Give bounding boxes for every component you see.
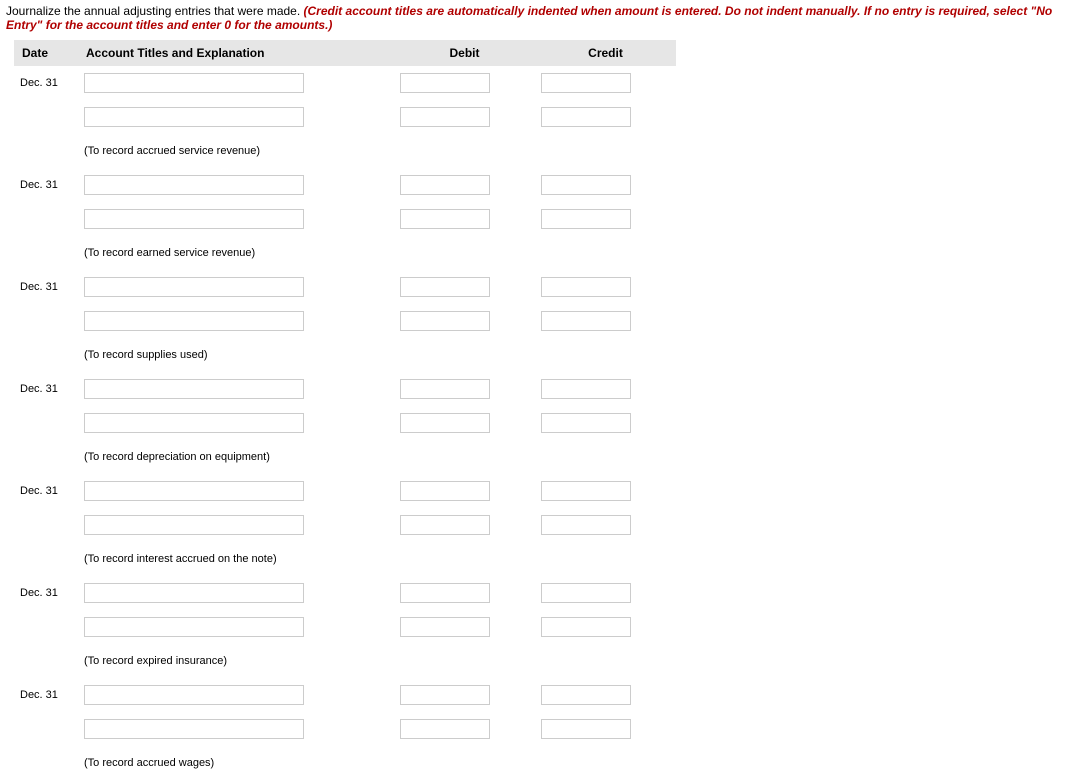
account-title-input[interactable] (84, 175, 304, 195)
account-title-input[interactable] (84, 277, 304, 297)
account-title-input[interactable] (84, 617, 304, 637)
explanation-text: (To record expired insurance) (78, 644, 676, 678)
debit-input[interactable] (400, 515, 490, 535)
date-cell: Dec. 31 (14, 66, 78, 100)
journal-row: Dec. 31 (14, 168, 676, 202)
credit-input[interactable] (541, 107, 631, 127)
explanation-row: (To record expired insurance) (14, 644, 676, 678)
debit-input[interactable] (400, 481, 490, 501)
journal-row (14, 406, 676, 440)
journal-row: Dec. 31 (14, 372, 676, 406)
debit-input[interactable] (400, 73, 490, 93)
credit-input[interactable] (541, 685, 631, 705)
instructions-lead: Journalize the annual adjusting entries … (6, 4, 304, 18)
journal-row: Dec. 31 (14, 66, 676, 100)
credit-input[interactable] (541, 719, 631, 739)
credit-input[interactable] (541, 209, 631, 229)
journal-row (14, 100, 676, 134)
account-title-input[interactable] (84, 583, 304, 603)
journal-row (14, 712, 676, 746)
debit-input[interactable] (400, 413, 490, 433)
date-cell: Dec. 31 (14, 168, 78, 202)
credit-input[interactable] (541, 277, 631, 297)
explanation-row: (To record earned service revenue) (14, 236, 676, 270)
explanation-row: (To record depreciation on equipment) (14, 440, 676, 474)
credit-input[interactable] (541, 617, 631, 637)
journal-row (14, 508, 676, 542)
explanation-text: (To record depreciation on equipment) (78, 440, 676, 474)
account-title-input[interactable] (84, 719, 304, 739)
explanation-text: (To record accrued service revenue) (78, 134, 676, 168)
header-credit: Credit (535, 40, 676, 66)
explanation-text: (To record earned service revenue) (78, 236, 676, 270)
credit-input[interactable] (541, 379, 631, 399)
debit-input[interactable] (400, 379, 490, 399)
credit-input[interactable] (541, 515, 631, 535)
journal-row (14, 202, 676, 236)
account-title-input[interactable] (84, 209, 304, 229)
account-title-input[interactable] (84, 107, 304, 127)
account-title-input[interactable] (84, 379, 304, 399)
credit-input[interactable] (541, 73, 631, 93)
explanation-text: (To record accrued wages) (78, 746, 676, 780)
debit-input[interactable] (400, 617, 490, 637)
explanation-row: (To record accrued service revenue) (14, 134, 676, 168)
header-account: Account Titles and Explanation (78, 40, 394, 66)
journal-row: Dec. 31 (14, 270, 676, 304)
debit-input[interactable] (400, 685, 490, 705)
instructions: Journalize the annual adjusting entries … (6, 4, 1072, 32)
date-cell-empty (14, 304, 78, 338)
journal-row: Dec. 31 (14, 474, 676, 508)
debit-input[interactable] (400, 583, 490, 603)
account-title-input[interactable] (84, 685, 304, 705)
credit-input[interactable] (541, 583, 631, 603)
debit-input[interactable] (400, 311, 490, 331)
date-cell: Dec. 31 (14, 474, 78, 508)
date-cell: Dec. 31 (14, 576, 78, 610)
explanation-row: (To record accrued wages) (14, 746, 676, 780)
date-cell: Dec. 31 (14, 372, 78, 406)
debit-input[interactable] (400, 107, 490, 127)
debit-input[interactable] (400, 719, 490, 739)
credit-input[interactable] (541, 311, 631, 331)
explanation-row: (To record interest accrued on the note) (14, 542, 676, 576)
header-date: Date (14, 40, 78, 66)
date-cell-empty (14, 406, 78, 440)
date-cell-empty (14, 712, 78, 746)
journal-row (14, 304, 676, 338)
credit-input[interactable] (541, 413, 631, 433)
journal-row (14, 610, 676, 644)
journal-table: Date Account Titles and Explanation Debi… (14, 40, 676, 780)
account-title-input[interactable] (84, 311, 304, 331)
journal-row: Dec. 31 (14, 678, 676, 712)
credit-input[interactable] (541, 481, 631, 501)
explanation-text: (To record supplies used) (78, 338, 676, 372)
account-title-input[interactable] (84, 515, 304, 535)
debit-input[interactable] (400, 209, 490, 229)
debit-input[interactable] (400, 175, 490, 195)
header-debit: Debit (394, 40, 535, 66)
date-cell-empty (14, 100, 78, 134)
date-cell: Dec. 31 (14, 678, 78, 712)
debit-input[interactable] (400, 277, 490, 297)
date-cell-empty (14, 508, 78, 542)
date-cell-empty (14, 202, 78, 236)
account-title-input[interactable] (84, 481, 304, 501)
date-cell: Dec. 31 (14, 270, 78, 304)
explanation-text: (To record interest accrued on the note) (78, 542, 676, 576)
explanation-row: (To record supplies used) (14, 338, 676, 372)
account-title-input[interactable] (84, 413, 304, 433)
account-title-input[interactable] (84, 73, 304, 93)
credit-input[interactable] (541, 175, 631, 195)
date-cell-empty (14, 610, 78, 644)
journal-row: Dec. 31 (14, 576, 676, 610)
